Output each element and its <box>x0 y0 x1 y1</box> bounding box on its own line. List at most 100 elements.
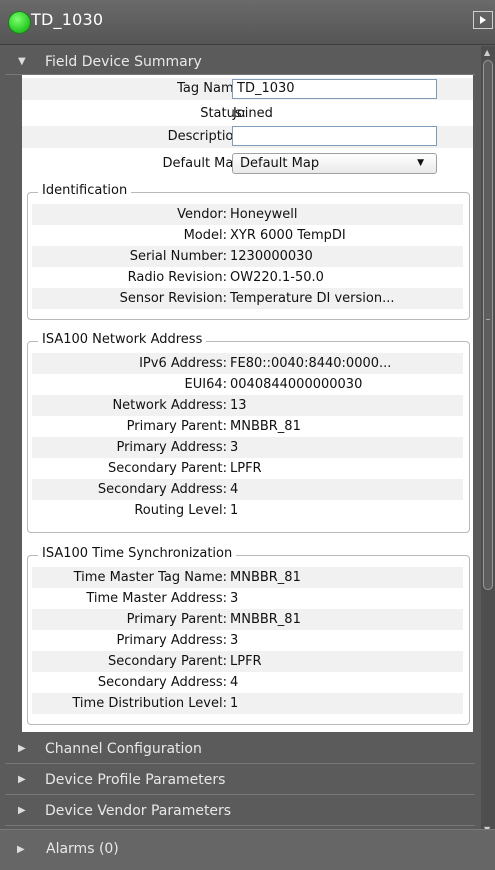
secondary-parent-value: LPFR <box>230 461 262 476</box>
tag-name-value: TD_1030 <box>237 81 295 96</box>
ts-secondary-parent-value: LPFR <box>230 654 262 669</box>
routing-level-value: 1 <box>230 503 239 518</box>
network-address-legend: ISA100 Network Address <box>38 332 207 347</box>
time-sync-group: ISA100 Time Synchronization Time Master … <box>27 546 470 725</box>
radio-revision-label: Radio Revision: <box>127 270 227 285</box>
secondary-address-label: Secondary Address: <box>97 482 227 497</box>
tag-name-row: Tag Name: TD_1030 <box>22 78 473 100</box>
list-item: IPv6 Address: FE80::0040:8440:0000... <box>32 353 463 374</box>
serial-number-label: Serial Number: <box>129 249 227 264</box>
list-item: Routing Level: 1 <box>32 500 463 521</box>
time-sync-legend: ISA100 Time Synchronization <box>38 546 237 561</box>
network-address-value: 13 <box>230 398 247 413</box>
network-address-group: ISA100 Network Address IPv6 Address: FE8… <box>27 332 470 533</box>
field-device-summary-panel: Tag Name: TD_1030 Status: Joined Descrip… <box>22 75 473 732</box>
list-item: Network Address: 13 <box>32 395 463 416</box>
primary-address-label: Primary Address: <box>116 440 227 455</box>
eui64-value: 0040844000000030 <box>230 377 363 392</box>
time-master-address-label: Time Master Address: <box>86 591 227 606</box>
sensor-revision-label: Sensor Revision: <box>119 291 227 306</box>
time-distribution-level-value: 1 <box>230 696 239 711</box>
vertical-scrollbar[interactable]: ▲ ▼ <box>481 46 495 836</box>
list-item: Secondary Parent: LPFR <box>32 458 463 479</box>
list-item: Primary Parent: MNBBR_81 <box>32 609 463 630</box>
list-item: Primary Address: 3 <box>32 437 463 458</box>
scroll-up-icon[interactable]: ▲ <box>484 48 490 57</box>
model-value: XYR 6000 TempDI <box>230 228 346 243</box>
chevron-down-icon: ▼ <box>417 158 424 168</box>
status-value: Joined <box>233 106 273 121</box>
collapsed-triangle-icon: ▶ <box>17 844 25 855</box>
tag-name-input[interactable]: TD_1030 <box>232 79 437 99</box>
ts-secondary-address-label: Secondary Address: <box>97 675 227 690</box>
list-item: Secondary Parent: LPFR <box>32 651 463 672</box>
time-master-tag-label: Time Master Tag Name: <box>73 570 227 585</box>
list-item: EUI64: 0040844000000030 <box>32 374 463 395</box>
default-map-row: Default Map: Default Map ▼ <box>22 153 473 175</box>
primary-address-value: 3 <box>230 440 239 455</box>
sensor-revision-value: Temperature DI version... <box>230 291 395 306</box>
list-item: Time Master Address: 3 <box>32 588 463 609</box>
default-map-select[interactable]: Default Map ▼ <box>232 153 437 174</box>
ts-primary-address-value: 3 <box>230 633 239 648</box>
status-row: Status: Joined <box>22 103 473 125</box>
section-channel-configuration[interactable]: ▶ Channel Configuration <box>5 735 475 764</box>
eui64-label: EUI64: <box>184 377 228 392</box>
alarms-label: Alarms (0) <box>46 841 119 857</box>
section-field-device-summary[interactable]: ▼ Field Device Summary <box>5 51 475 75</box>
network-address-label: Network Address: <box>112 398 227 413</box>
list-item: Primary Parent: MNBBR_81 <box>32 416 463 437</box>
identification-legend: Identification <box>38 183 132 198</box>
collapsed-triangle-icon: ▶ <box>18 774 26 785</box>
list-item: Model: XYR 6000 TempDI <box>32 225 463 246</box>
description-row: Description: <box>22 126 473 148</box>
section-label: Device Vendor Parameters <box>45 803 232 819</box>
routing-level-label: Routing Level: <box>134 503 227 518</box>
alarms-section[interactable]: ▶ Alarms (0) <box>0 829 495 870</box>
grip-icon <box>486 319 490 320</box>
description-input[interactable] <box>232 126 437 146</box>
ts-primary-parent-value: MNBBR_81 <box>230 612 301 627</box>
list-item: Time Master Tag Name: MNBBR_81 <box>32 567 463 588</box>
secondary-parent-label: Secondary Parent: <box>108 461 227 476</box>
serial-number-value: 1230000030 <box>230 249 313 264</box>
list-item: Secondary Address: 4 <box>32 479 463 500</box>
vendor-value: Honeywell <box>230 207 298 222</box>
time-master-address-value: 3 <box>230 591 239 606</box>
title-bar: TD_1030 <box>0 0 495 45</box>
list-item: Secondary Address: 4 <box>32 672 463 693</box>
list-item: Serial Number: 1230000030 <box>32 246 463 267</box>
window-title: TD_1030 <box>31 10 104 29</box>
section-device-profile-parameters[interactable]: ▶ Device Profile Parameters <box>5 766 475 795</box>
ts-secondary-parent-label: Secondary Parent: <box>108 654 227 669</box>
ts-secondary-address-value: 4 <box>230 675 239 690</box>
secondary-address-value: 4 <box>230 482 239 497</box>
ipv6-address-value: FE80::0040:8440:0000... <box>230 356 392 371</box>
list-item: Primary Address: 3 <box>32 630 463 651</box>
section-device-vendor-parameters[interactable]: ▶ Device Vendor Parameters <box>5 797 475 826</box>
radio-revision-value: OW220.1-50.0 <box>230 270 324 285</box>
model-label: Model: <box>183 228 227 243</box>
ipv6-address-label: IPv6 Address: <box>139 356 227 371</box>
section-label: Channel Configuration <box>45 741 202 757</box>
expand-arrow-icon[interactable] <box>473 11 493 29</box>
identification-group: Identification Vendor: Honeywell Model: … <box>27 183 470 320</box>
list-item: Sensor Revision: Temperature DI version.… <box>32 288 463 309</box>
section-label: Field Device Summary <box>45 54 202 70</box>
time-distribution-level-label: Time Distribution Level: <box>72 696 227 711</box>
ts-primary-parent-label: Primary Parent: <box>126 612 227 627</box>
collapsed-triangle-icon: ▶ <box>18 743 26 754</box>
list-item: Time Distribution Level: 1 <box>32 693 463 714</box>
status-indicator-icon <box>8 11 31 34</box>
primary-parent-label: Primary Parent: <box>126 419 227 434</box>
ts-primary-address-label: Primary Address: <box>116 633 227 648</box>
default-map-value: Default Map <box>240 156 320 171</box>
collapsed-triangle-icon: ▶ <box>18 805 26 816</box>
section-label: Device Profile Parameters <box>45 772 226 788</box>
time-master-tag-value: MNBBR_81 <box>230 570 301 585</box>
vendor-label: Vendor: <box>177 207 227 222</box>
scrollbar-thumb[interactable] <box>483 60 493 590</box>
list-item: Vendor: Honeywell <box>32 204 463 225</box>
expanded-triangle-icon: ▼ <box>18 56 26 67</box>
list-item: Radio Revision: OW220.1-50.0 <box>32 267 463 288</box>
